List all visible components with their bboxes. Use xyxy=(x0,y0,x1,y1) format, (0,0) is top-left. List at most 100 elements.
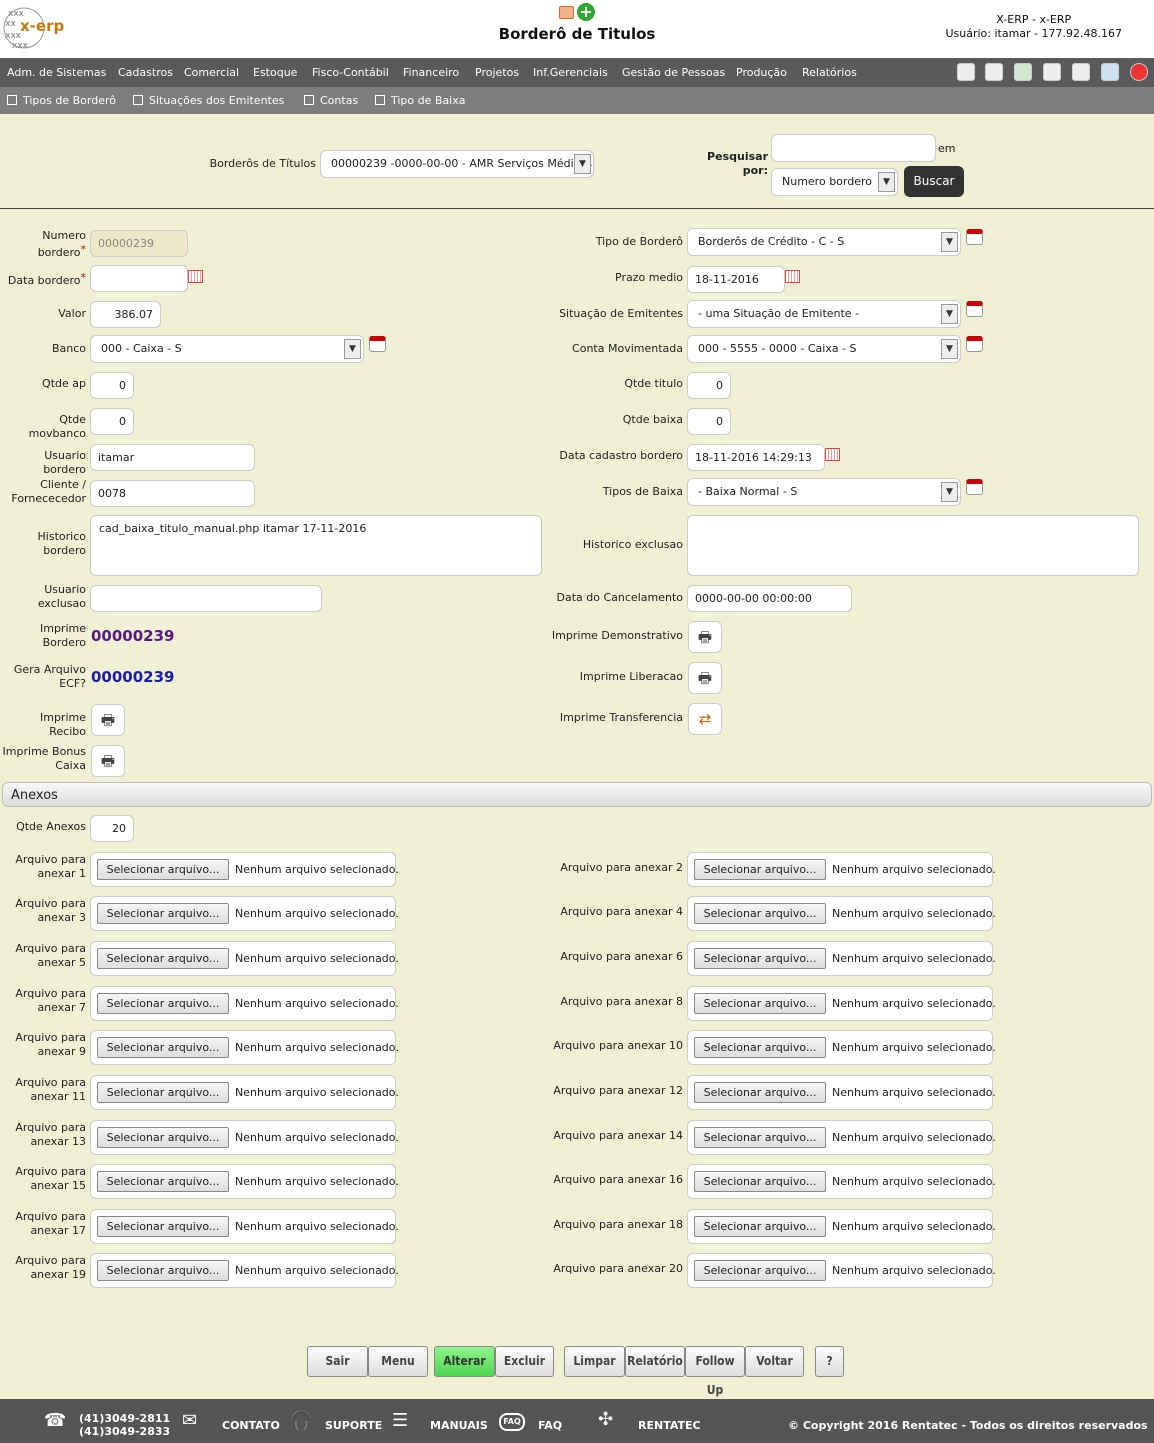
qtde-ap-field[interactable]: 0 xyxy=(90,372,134,399)
cliente-fornecedor-field[interactable]: 0078 xyxy=(90,480,255,507)
select-file-button[interactable]: Selecionar arquivo... xyxy=(97,903,229,924)
gera-arquivo-link[interactable]: 00000239 xyxy=(91,668,175,686)
calendar-add-icon[interactable] xyxy=(966,479,983,495)
numero-bordero-field[interactable]: 00000239 xyxy=(90,230,188,257)
menu-producao[interactable]: Produção xyxy=(736,66,787,79)
banco-select[interactable]: 000 - Caixa - S ▼ xyxy=(90,335,364,363)
printer-icon[interactable]: 🖶 xyxy=(91,704,125,736)
data-cancelamento-field[interactable]: 0000-00-00 00:00:00 xyxy=(687,585,852,612)
printer-icon[interactable]: 🖶 xyxy=(688,621,722,653)
manuais-link[interactable]: MANUAIS xyxy=(430,1419,488,1432)
qtde-baixa-field[interactable]: 0 xyxy=(687,408,731,435)
recycle-icon[interactable] xyxy=(1014,63,1032,81)
search-field-select[interactable]: Numero bordero ▼ xyxy=(771,168,898,196)
chevron-down-icon[interactable]: ▼ xyxy=(941,232,958,252)
menu-financeiro[interactable]: Financeiro xyxy=(403,66,459,79)
menu-gestao-pessoas[interactable]: Gestão de Pessoas xyxy=(622,66,725,79)
calendar-add-icon[interactable] xyxy=(966,301,983,317)
file-input[interactable]: Selecionar arquivo... Nenhum arquivo sele… xyxy=(687,1209,996,1244)
select-file-button[interactable]: Selecionar arquivo... xyxy=(694,903,826,924)
file-input[interactable]: Selecionar arquivo... Nenhum arquivo sele… xyxy=(687,941,996,976)
select-file-button[interactable]: Selecionar arquivo... xyxy=(97,1082,229,1103)
qtde-titulo-field[interactable]: 0 xyxy=(687,372,731,399)
rentatec-link[interactable]: RENTATEC xyxy=(638,1419,701,1432)
menu-adm-sistemas[interactable]: Adm. de Sistemas xyxy=(7,66,106,79)
faq-link[interactable]: FAQ xyxy=(538,1419,562,1432)
file-input[interactable]: Selecionar arquivo... Nenhum arquivo sele… xyxy=(90,896,399,931)
select-file-button[interactable]: Selecionar arquivo... xyxy=(694,1260,826,1281)
contato-link[interactable]: CONTATO xyxy=(222,1419,280,1432)
search-input[interactable] xyxy=(771,134,936,162)
excluir-button[interactable]: Excluir xyxy=(495,1346,554,1377)
add-icon[interactable]: + xyxy=(577,3,595,21)
calendar-add-icon[interactable] xyxy=(966,229,983,245)
file-input[interactable]: Selecionar arquivo... Nenhum arquivo sele… xyxy=(687,1075,996,1110)
borderos-select[interactable]: 00000239 -0000-00-00 - AMR Serviços Médi… xyxy=(320,150,594,178)
select-file-button[interactable]: Selecionar arquivo... xyxy=(694,993,826,1014)
menu-cadastros[interactable]: Cadastros xyxy=(118,66,173,79)
file-input[interactable]: Selecionar arquivo... Nenhum arquivo sele… xyxy=(687,896,996,931)
top-action-icons[interactable]: + xyxy=(557,3,597,23)
prazo-medio-field[interactable]: 18-11-2016 xyxy=(687,266,785,293)
file-input[interactable]: Selecionar arquivo... Nenhum arquivo sele… xyxy=(90,1075,399,1110)
usuario-bordero-field[interactable]: itamar xyxy=(90,444,255,471)
select-file-button[interactable]: Selecionar arquivo... xyxy=(694,1127,826,1148)
file-input[interactable]: Selecionar arquivo... Nenhum arquivo sele… xyxy=(687,1030,996,1065)
historico-exclusao-textarea[interactable] xyxy=(687,515,1139,576)
file-input[interactable]: Selecionar arquivo... Nenhum arquivo sele… xyxy=(90,1030,399,1065)
select-file-button[interactable]: Selecionar arquivo... xyxy=(97,1260,229,1281)
data-bordero-field[interactable] xyxy=(90,265,188,292)
chevron-down-icon[interactable]: ▼ xyxy=(344,339,361,359)
buscar-button[interactable]: Buscar xyxy=(904,166,964,197)
file-input[interactable]: Selecionar arquivo... Nenhum arquivo sele… xyxy=(687,1253,996,1288)
historico-bordero-textarea[interactable]: cad_baixa_titulo_manual.php itamar 17-11… xyxy=(90,515,542,576)
power-icon[interactable] xyxy=(1130,63,1148,81)
file-input[interactable]: Selecionar arquivo... Nenhum arquivo sele… xyxy=(90,1253,399,1288)
submenu-tipos-bordero[interactable]: Tipos de Borderô xyxy=(7,94,116,107)
voltar-button[interactable]: Voltar xyxy=(745,1346,804,1377)
select-file-button[interactable]: Selecionar arquivo... xyxy=(97,859,229,880)
menu-estoque[interactable]: Estoque xyxy=(253,66,297,79)
file-input[interactable]: Selecionar arquivo... Nenhum arquivo sele… xyxy=(90,1164,399,1199)
document-icon[interactable] xyxy=(1043,63,1061,81)
chevron-down-icon[interactable]: ▼ xyxy=(574,154,591,174)
usuario-exclusao-field[interactable] xyxy=(90,585,322,612)
menu-relatorios[interactable]: Relatórios xyxy=(802,66,857,79)
menu-fisco-contabil[interactable]: Fisco-Contábil xyxy=(312,66,389,79)
file-input[interactable]: Selecionar arquivo... Nenhum arquivo sele… xyxy=(90,1120,399,1155)
menu-button[interactable]: Menu xyxy=(368,1346,428,1377)
select-file-button[interactable]: Selecionar arquivo... xyxy=(694,1171,826,1192)
select-file-button[interactable]: Selecionar arquivo... xyxy=(694,948,826,969)
relatorio-button[interactable]: Relatório xyxy=(625,1346,685,1377)
printer-icon[interactable] xyxy=(985,63,1003,81)
calendar-icon[interactable] xyxy=(825,448,840,461)
notepad-icon[interactable] xyxy=(1072,63,1090,81)
submenu-situacoes-emitentes[interactable]: Situações dos Emitentes xyxy=(133,94,284,107)
menu-projetos[interactable]: Projetos xyxy=(475,66,519,79)
file-input[interactable]: Selecionar arquivo... Nenhum arquivo sele… xyxy=(687,852,996,887)
tipos-baixa-select[interactable]: - Baixa Normal - S ▼ xyxy=(687,478,961,506)
transfer-icon[interactable]: ⇄ xyxy=(688,703,722,735)
chevron-down-icon[interactable]: ▼ xyxy=(941,482,958,502)
select-file-button[interactable]: Selecionar arquivo... xyxy=(694,1216,826,1237)
select-file-button[interactable]: Selecionar arquivo... xyxy=(97,948,229,969)
select-file-button[interactable]: Selecionar arquivo... xyxy=(97,1127,229,1148)
select-file-button[interactable]: Selecionar arquivo... xyxy=(694,1082,826,1103)
suporte-link[interactable]: SUPORTE xyxy=(325,1419,382,1432)
select-file-button[interactable]: Selecionar arquivo... xyxy=(97,993,229,1014)
submenu-contas[interactable]: Contas xyxy=(304,94,358,107)
situacao-emitentes-select[interactable]: - uma Situação de Emitente - ▼ xyxy=(687,300,961,328)
imprime-bordero-link[interactable]: 00000239 xyxy=(91,627,175,645)
select-file-button[interactable]: Selecionar arquivo... xyxy=(97,1171,229,1192)
network-icon[interactable] xyxy=(1101,63,1119,81)
pdf-icon[interactable] xyxy=(559,6,574,19)
sair-button[interactable]: Sair xyxy=(307,1346,368,1377)
calendar-icon[interactable] xyxy=(785,270,800,283)
printer-icon[interactable]: 🖶 xyxy=(91,745,125,777)
submenu-tipo-baixa[interactable]: Tipo de Baixa xyxy=(375,94,466,107)
select-file-button[interactable]: Selecionar arquivo... xyxy=(694,859,826,880)
calendar-icon[interactable] xyxy=(188,270,203,283)
menu-inf-gerenciais[interactable]: Inf.Gerenciais xyxy=(533,66,608,79)
file-input[interactable]: Selecionar arquivo... Nenhum arquivo sele… xyxy=(687,1120,996,1155)
calendar-add-icon[interactable] xyxy=(966,336,983,352)
